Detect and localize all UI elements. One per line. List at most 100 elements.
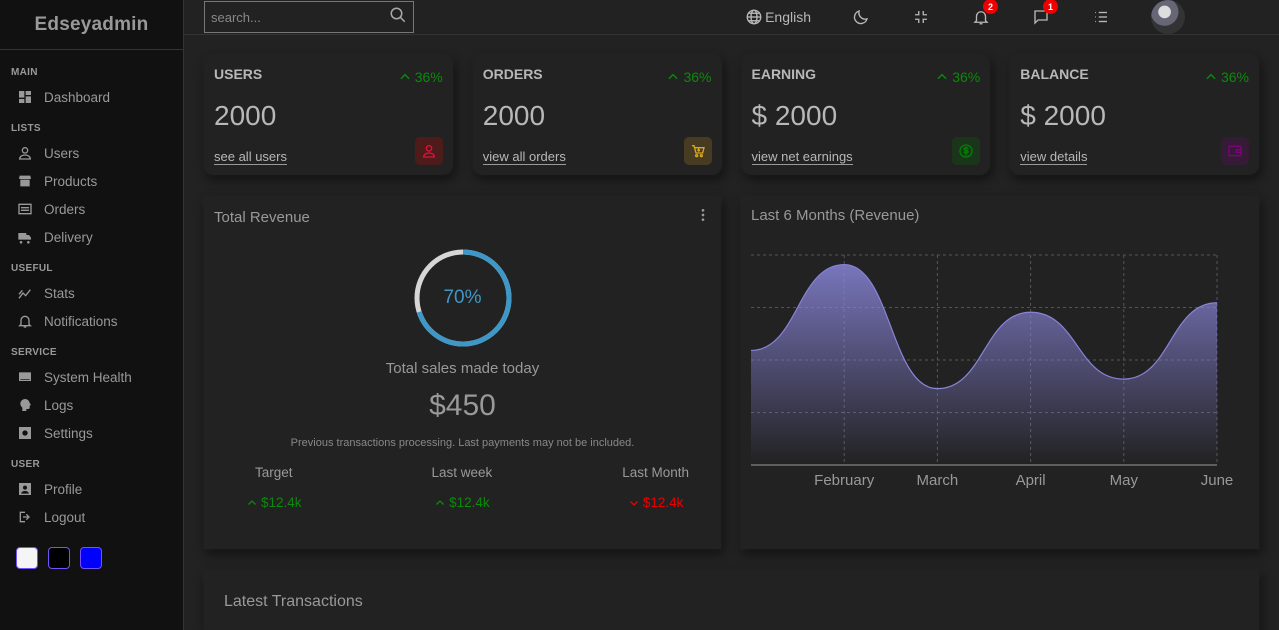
widget-percentage: 36%: [935, 69, 980, 85]
theme-color-option[interactable]: [48, 547, 70, 569]
dollar-icon: [952, 137, 981, 165]
chevron-up-icon: [436, 499, 445, 505]
sidebar-item-products[interactable]: Products: [11, 167, 183, 195]
sidebar-item-label: Logout: [44, 509, 86, 525]
widget-title: BALANCE: [1020, 66, 1089, 82]
summary-item-title: Target: [255, 465, 293, 480]
widget-percentage-value: 36%: [414, 69, 443, 85]
widget-orders: ORDERS 2000 view all orders 36%: [472, 55, 722, 175]
logo-text[interactable]: Edseyadmin: [35, 14, 149, 36]
widget-percentage: 36%: [666, 69, 712, 85]
summary-item-result: $12.4k: [246, 495, 302, 510]
notifications-button[interactable]: 2: [961, 0, 1001, 26]
progress-circle: 70%: [413, 248, 513, 348]
dashboard-icon: [16, 88, 34, 106]
sidebar-item-notifications[interactable]: Notifications: [11, 307, 183, 335]
sidebar: Edseyadmin MAIN Dashboard LISTS Users Produc…: [0, 0, 184, 630]
featured-description: Previous transactions processing. Last p…: [290, 437, 635, 449]
sidebar-item-label: Settings: [44, 425, 93, 441]
widget-counter: 2000: [482, 99, 546, 131]
sidebar-list: MAIN Dashboard LISTS Users Products Orders Del…: [0, 50, 183, 569]
chart-tick-label: March: [917, 472, 959, 489]
charts-row: Total Revenue 70% Total sales made today…: [204, 197, 1259, 549]
summary-item-target: Target $12.4k: [246, 465, 302, 510]
theme-color-option[interactable]: [80, 547, 102, 569]
moon-icon: [853, 10, 868, 25]
widget-percentage-value: 36%: [683, 69, 712, 85]
widget-counter: 2000: [214, 99, 277, 131]
fullscreen-exit-button[interactable]: [901, 8, 941, 26]
widget-link[interactable]: view all orders: [482, 149, 566, 165]
widget-percentage: 36%: [398, 69, 443, 85]
more-vert-icon[interactable]: [695, 207, 711, 228]
topbar: English 2 1: [184, 0, 1279, 35]
search-input[interactable]: [211, 9, 389, 25]
widget-percentage-value: 36%: [952, 69, 981, 85]
chart-icon: [16, 284, 34, 302]
summary-item-last-week: Last week $12.4k: [431, 465, 492, 510]
search-icon[interactable]: [389, 6, 407, 29]
credit-card-icon: [16, 200, 34, 218]
widget-link[interactable]: see all users: [214, 149, 287, 165]
sidebar-item-label: System Health: [44, 369, 132, 385]
logo[interactable]: Edseyadmin: [0, 0, 183, 50]
featured-summary: Target $12.4k Last week $12.4k Last Mont…: [214, 465, 711, 510]
sidebar-item-label: Products: [44, 173, 98, 189]
topbar-items: English 2 1: [745, 0, 1259, 34]
revenue-chart: Last 6 Months (Revenue) February March Apr…: [741, 197, 1259, 549]
chevron-up-icon: [400, 73, 410, 80]
sidebar-item-stats[interactable]: Stats: [11, 279, 183, 307]
sidebar-item-settings[interactable]: Settings: [11, 419, 183, 447]
sidebar-item-users[interactable]: Users: [11, 139, 183, 167]
widget-link[interactable]: view details: [1020, 149, 1088, 165]
widget-balance: BALANCE $ 2000 view details 36%: [1010, 55, 1259, 175]
list-button[interactable]: [1081, 8, 1121, 26]
chevron-up-icon: [937, 73, 947, 80]
sidebar-item-delivery[interactable]: Delivery: [11, 223, 183, 251]
sidebar-item-dashboard[interactable]: Dashboard: [11, 83, 183, 111]
summary-item-last-month: Last Month $12.4k: [622, 465, 689, 510]
search-box: [204, 1, 414, 33]
chart-title: Last 6 Months (Revenue): [751, 207, 920, 224]
chart-area-series: [751, 264, 1217, 465]
progress-label: 70%: [443, 287, 482, 308]
sidebar-item-orders[interactable]: Orders: [11, 195, 183, 223]
chevron-up-icon: [248, 499, 256, 505]
sidebar-item-logout[interactable]: Logout: [11, 503, 183, 531]
summary-item-result: $12.4k: [622, 495, 689, 510]
messages-button[interactable]: 1: [1021, 0, 1061, 26]
messages-badge: 1: [1043, 0, 1058, 14]
globe-icon: [746, 9, 762, 25]
widget-title: USERS: [214, 66, 263, 82]
health-icon: [16, 368, 34, 386]
widget-percentage-value: 36%: [1220, 69, 1249, 85]
sidebar-item-label: Orders: [44, 201, 86, 217]
language-selector[interactable]: English: [745, 8, 811, 26]
sidebar-item-label: Users: [44, 145, 80, 161]
content: USERS 2000 see all users 36% ORDERS 2000…: [184, 35, 1279, 630]
summary-item-value: $12.4k: [261, 495, 302, 510]
sidebar-item-system-health[interactable]: System Health: [11, 363, 183, 391]
widget-link[interactable]: view net earnings: [751, 149, 853, 165]
sidebar-item-label: Logs: [44, 397, 74, 413]
sidebar-section-title: LISTS: [11, 123, 41, 134]
settings-icon: [16, 424, 34, 442]
theme-color-option[interactable]: [16, 547, 38, 569]
widget-counter: $ 2000: [1020, 99, 1106, 131]
transactions-title: Latest Transactions: [224, 593, 363, 610]
summary-item-result: $12.4k: [431, 495, 492, 510]
chevron-down-icon: [629, 500, 638, 506]
theme-color-options: [16, 547, 183, 569]
featured-amount: $450: [429, 389, 496, 422]
chevron-up-icon: [668, 73, 679, 80]
sidebar-section-title: USER: [11, 459, 40, 470]
sidebar-item-label: Dashboard: [44, 89, 111, 105]
widgets: USERS 2000 see all users 36% ORDERS 2000…: [204, 55, 1259, 175]
sidebar-section-title: USEFUL: [11, 263, 53, 274]
widget-users: USERS 2000 see all users 36%: [204, 55, 453, 175]
sidebar-item-logs[interactable]: Logs: [11, 391, 183, 419]
sidebar-item-profile[interactable]: Profile: [11, 475, 183, 503]
avatar[interactable]: [1151, 0, 1185, 34]
logout-icon: [16, 508, 34, 526]
dark-mode-toggle[interactable]: [841, 8, 881, 26]
